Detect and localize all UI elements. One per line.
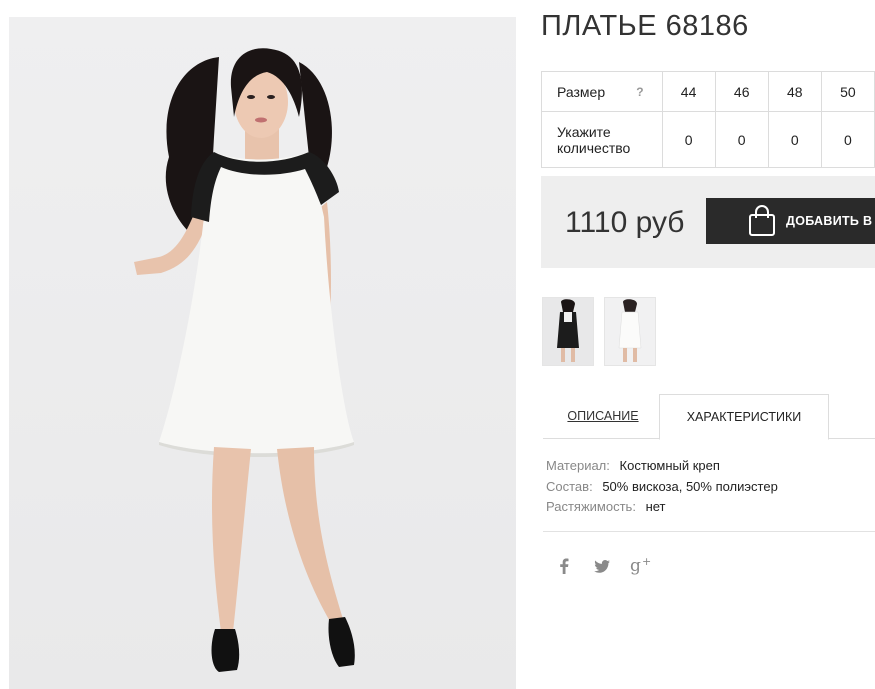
quantity-label: Укажите количество <box>541 111 663 168</box>
spec-key: Состав: <box>546 478 593 494</box>
product-main-photo[interactable] <box>9 17 516 689</box>
twitter-icon <box>594 559 610 573</box>
divider <box>543 531 875 532</box>
svg-text:+: + <box>642 556 651 568</box>
add-to-cart-label: ДОБАВИТЬ В З <box>786 214 875 228</box>
tab-characteristics[interactable]: ХАРАКТЕРИСТИКИ <box>659 394 829 440</box>
size-help-icon[interactable]: ? <box>636 85 643 99</box>
facebook-share-button[interactable] <box>559 556 569 576</box>
shopping-bag-icon <box>749 205 775 236</box>
add-to-cart-button[interactable]: ДОБАВИТЬ В З <box>706 198 875 244</box>
quantity-input-46[interactable]: 0 <box>714 111 769 168</box>
tab-description[interactable]: ОПИСАНИЕ <box>548 394 658 438</box>
characteristics-list: Материал: Костюмный креп Состав: 50% вис… <box>546 456 778 518</box>
size-option-50: 50 <box>820 71 875 112</box>
size-option-48: 48 <box>767 71 822 112</box>
size-label: Размер <box>557 83 606 100</box>
model-wearing-dress-illustration <box>134 48 355 672</box>
black-dress-thumbnail-image <box>557 299 579 362</box>
white-dress-thumbnail-image <box>618 299 642 362</box>
svg-text:g: g <box>630 556 641 576</box>
twitter-share-button[interactable] <box>594 556 610 576</box>
spec-value: нет <box>645 499 666 514</box>
size-option-44: 44 <box>661 71 716 112</box>
google-plus-icon: g + <box>630 556 651 576</box>
product-title: ПЛАТЬЕ 68186 <box>541 10 749 42</box>
spec-key: Материал: <box>546 458 610 473</box>
quantity-input-50[interactable]: 0 <box>820 111 875 168</box>
price-box: 1110 руб ДОБАВИТЬ В З <box>541 176 875 268</box>
thumbnail-black-dress[interactable] <box>542 297 594 366</box>
facebook-icon <box>560 558 569 574</box>
spec-value: 50% вискоза, 50% полиэстер <box>602 478 778 494</box>
spec-key: Растяжимость: <box>546 499 636 514</box>
size-quantity-table: Размер ? 44 46 48 50 Укажите количество … <box>541 71 875 168</box>
spec-value: Костюмный креп <box>619 458 720 473</box>
quantity-input-44[interactable]: 0 <box>661 111 716 168</box>
google-plus-share-button[interactable]: g + <box>630 556 652 576</box>
spec-row-stretch: Растяжимость: нет <box>546 497 778 518</box>
spec-row-composition: Состав: 50% вискоза, 50% полиэстер <box>546 477 778 498</box>
thumbnail-white-dress[interactable] <box>604 297 656 366</box>
quantity-input-48[interactable]: 0 <box>767 111 822 168</box>
size-option-46: 46 <box>714 71 769 112</box>
price: 1110 руб <box>565 206 685 239</box>
spec-row-material: Материал: Костюмный креп <box>546 456 778 477</box>
